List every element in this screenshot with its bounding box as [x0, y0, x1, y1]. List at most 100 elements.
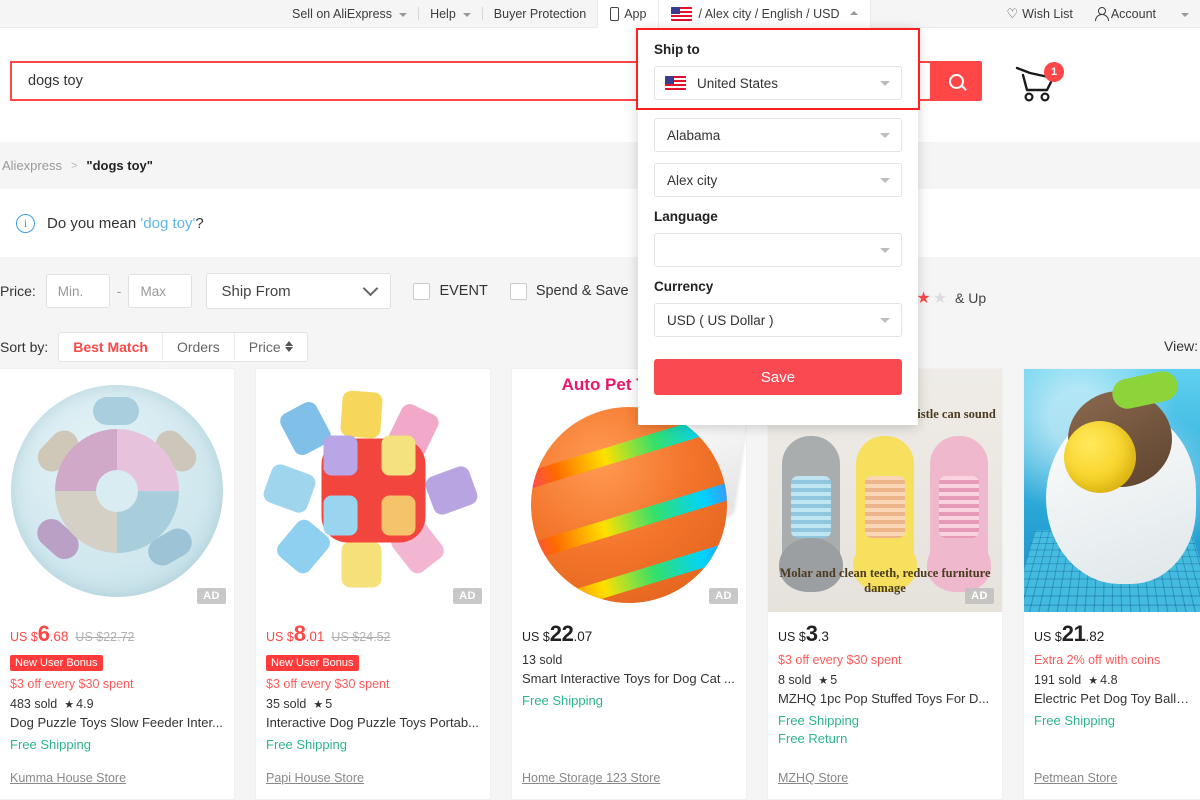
duck-plush-artwork: [853, 436, 917, 592]
product-price: US $8.01 US $24.52: [266, 621, 480, 647]
state-select[interactable]: Alabama: [654, 118, 902, 152]
ship-from-dropdown[interactable]: Ship From: [206, 273, 392, 309]
account-link[interactable]: Account: [1084, 0, 1167, 28]
product-image[interactable]: [1024, 369, 1200, 612]
product-promo: $3 off every $30 spent: [10, 677, 134, 691]
product-store-link[interactable]: Papi House Store: [266, 771, 364, 785]
account-dropdown-toggle[interactable]: [1167, 0, 1200, 28]
rating-value: 5: [325, 697, 333, 711]
price-integer: 6: [37, 621, 50, 646]
buyer-protection-link[interactable]: Buyer Protection: [483, 0, 597, 28]
price-range-dash: -: [116, 283, 122, 299]
product-card[interactable]: US $21.82 Extra 2% off with coins 191 so…: [1023, 368, 1200, 800]
product-shipping: Free Shipping: [266, 737, 347, 752]
rating-filter-label: & Up: [955, 290, 987, 306]
currency-select[interactable]: USD ( US Dollar ): [654, 303, 902, 337]
product-card[interactable]: AD US $6.68 US $22.72 New User Bonus $3 …: [0, 368, 235, 800]
sort-option-price[interactable]: Price: [235, 333, 307, 361]
chevron-down-icon: [880, 178, 890, 183]
region-language-currency-selector[interactable]: / Alex city / English / USD: [659, 0, 872, 28]
product-image[interactable]: AD: [256, 369, 490, 612]
dog-puzzle-toy-artwork: [11, 384, 223, 597]
ship-to-title: Ship to: [654, 42, 700, 57]
chevron-down-icon: [880, 248, 890, 253]
price-decimal: .01: [305, 629, 325, 644]
breadcrumb-current: "dogs toy": [86, 158, 153, 173]
product-store-link[interactable]: Kumma House Store: [10, 771, 126, 785]
product-title[interactable]: Electric Pet Dog Toy Ball Wit...: [1034, 691, 1192, 706]
help-link[interactable]: Help: [419, 0, 482, 28]
chevron-down-icon: [462, 12, 471, 17]
wish-list-link[interactable]: ♡ Wish List: [995, 0, 1083, 28]
event-filter-checkbox[interactable]: EVENT: [413, 282, 488, 300]
product-sold-rating: 191 sold ★ 4.8: [1034, 673, 1192, 687]
price-max-placeholder: Max: [140, 283, 166, 299]
chevron-down-icon: [399, 12, 408, 17]
shopping-cart-button[interactable]: 1: [1013, 62, 1069, 104]
breadcrumb-home-link[interactable]: Aliexpress: [2, 158, 62, 173]
checkbox-icon[interactable]: [413, 282, 431, 300]
country-select-value: United States: [697, 75, 779, 91]
product-store-link[interactable]: MZHQ Store: [778, 771, 848, 785]
product-shipping: Free Shipping: [522, 693, 603, 708]
product-rating: ★ 4.8: [1088, 673, 1117, 687]
product-title[interactable]: Dog Puzzle Toys Slow Feeder Inter...: [10, 715, 224, 730]
price-currency: US $: [778, 630, 806, 644]
wish-list-label: Wish List: [1022, 6, 1073, 21]
chevron-down-icon: [363, 280, 379, 297]
ad-badge: AD: [197, 588, 226, 604]
product-info: US $6.68 US $22.72 New User Bonus $3 off…: [0, 612, 234, 752]
product-info: US $8.01 US $24.52 New User Bonus $3 off…: [256, 612, 490, 752]
chevron-down-icon: [1181, 12, 1189, 17]
product-card[interactable]: Auto Pet Toy B... AD US $22.07 13 sold S…: [511, 368, 747, 800]
auto-pet-ball-artwork: [531, 407, 727, 604]
buyer-protection-label: Buyer Protection: [493, 6, 587, 21]
price-original: US $22.72: [75, 630, 135, 644]
chevron-up-icon: [850, 10, 859, 15]
product-store-link[interactable]: Petmean Store: [1034, 771, 1117, 785]
price-integer: 8: [293, 621, 306, 646]
breadcrumb-separator: >: [70, 159, 78, 172]
city-select-value: Alex city: [667, 172, 718, 188]
did-you-mean-prefix: Do you mean: [47, 214, 141, 232]
product-store-link[interactable]: Home Storage 123 Store: [522, 771, 660, 785]
checkbox-icon[interactable]: [509, 282, 527, 300]
did-you-mean-link[interactable]: 'dog toy': [140, 215, 195, 232]
sort-option-orders[interactable]: Orders: [163, 332, 235, 361]
app-link[interactable]: App: [597, 0, 660, 28]
product-sold-count: 191 sold: [1034, 673, 1082, 687]
product-title[interactable]: Smart Interactive Toys for Dog Cat ...: [522, 671, 736, 686]
sort-options-group: Best Match Orders Price: [58, 331, 308, 362]
product-price: US $3.3: [778, 621, 992, 647]
spend-save-filter-checkbox[interactable]: Spend & Save: [509, 282, 629, 300]
filter-bar: Price: Min. - Max Ship From EVENT Spend …: [0, 257, 1200, 325]
language-select[interactable]: [654, 233, 902, 267]
price-max-input[interactable]: Max: [128, 274, 193, 308]
search-button[interactable]: [930, 61, 982, 101]
product-image[interactable]: AD: [0, 369, 234, 612]
region-label: / Alex city / English / USD: [698, 6, 840, 21]
city-select[interactable]: Alex city: [654, 163, 902, 197]
price-min-input[interactable]: Min.: [45, 274, 110, 308]
rating-value: 5: [830, 673, 838, 687]
sort-option-best-match[interactable]: Best Match: [59, 332, 163, 361]
top-navigation-bar: Sell on AliExpress Help Buyer Protection…: [0, 0, 1200, 28]
search-icon: [948, 73, 964, 89]
elephant-plush-artwork: [779, 436, 843, 592]
product-card[interactable]: al toys Plush material, built-in whistle…: [767, 368, 1003, 800]
help-label: Help: [430, 6, 456, 21]
save-button[interactable]: Save: [654, 359, 902, 395]
product-title[interactable]: MZHQ 1pc Pop Stuffed Toys For D...: [778, 691, 992, 706]
product-sold-count: 483 sold: [10, 697, 58, 711]
price-original: US $24.52: [331, 630, 391, 644]
product-card[interactable]: AD US $8.01 US $24.52 New User Bonus $3 …: [255, 368, 491, 800]
product-title[interactable]: Interactive Dog Puzzle Toys Portab...: [266, 715, 480, 730]
account-label: Account: [1110, 6, 1156, 21]
sell-on-aliexpress-link[interactable]: Sell on AliExpress: [281, 0, 418, 28]
info-icon: i: [16, 213, 35, 233]
country-select[interactable]: United States: [654, 66, 902, 100]
event-filter-label: EVENT: [439, 283, 488, 299]
topnav-right-group: ♡ Wish List Account: [995, 0, 1200, 28]
product-rating: ★ 5: [818, 673, 837, 687]
product-info: US $3.3 $3 off every $30 spent 8 sold ★ 5…: [768, 612, 1002, 746]
